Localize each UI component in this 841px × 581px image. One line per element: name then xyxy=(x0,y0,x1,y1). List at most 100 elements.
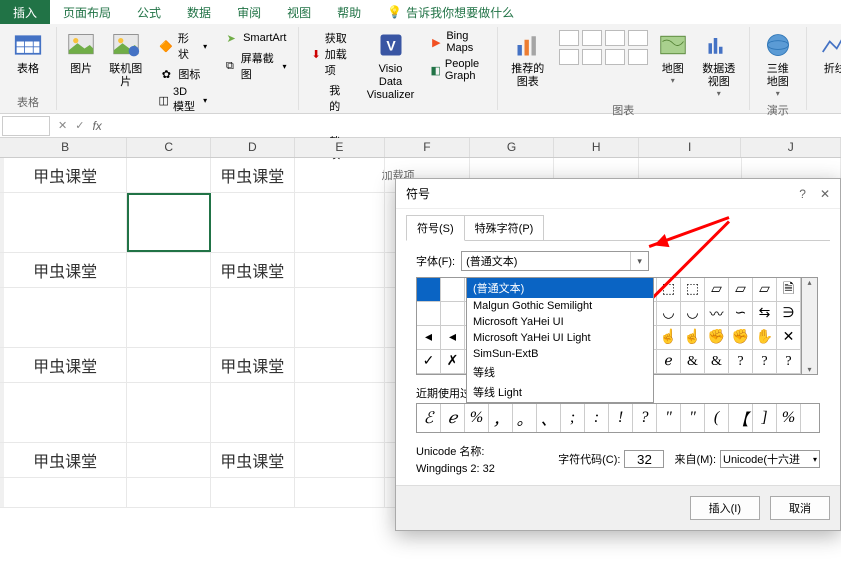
grid-cell[interactable] xyxy=(295,383,386,442)
symbol-cell[interactable]: ✗ xyxy=(441,350,465,374)
map-button[interactable]: 地图 ▾ xyxy=(655,27,691,87)
tab-view[interactable]: 视图 xyxy=(274,0,324,24)
tab-symbols[interactable]: 符号(S) xyxy=(406,215,465,241)
symbol-cell[interactable]: ✕ xyxy=(777,326,801,350)
grid-cell-selected[interactable] xyxy=(127,193,211,252)
grid-cell[interactable] xyxy=(127,288,211,347)
grid-cell[interactable] xyxy=(295,348,386,382)
symbol-cell[interactable] xyxy=(417,278,441,302)
symbol-cell[interactable]: ◂ xyxy=(417,326,441,350)
recommended-charts-button[interactable]: 推荐的图表 xyxy=(504,27,552,91)
col-header-g[interactable]: G xyxy=(470,138,555,157)
grid-cell[interactable] xyxy=(4,193,127,252)
col-header-i[interactable]: I xyxy=(639,138,742,157)
symbol-cell[interactable]: ✓ xyxy=(417,350,441,374)
pivot-chart-button[interactable]: 数据透视图 ▾ xyxy=(695,27,743,100)
symbol-cell[interactable]: ✊ xyxy=(705,326,729,350)
symbol-cell[interactable]: ▱ xyxy=(753,278,777,302)
symbol-cell[interactable]: ✋ xyxy=(753,326,777,350)
recent-symbol[interactable]: ] xyxy=(753,404,777,432)
grid-cell[interactable] xyxy=(127,253,211,287)
symbol-cell[interactable]: 〰 xyxy=(705,302,729,326)
symbol-cell[interactable]: ? xyxy=(777,350,801,374)
col-header-h[interactable]: H xyxy=(554,138,639,157)
tab-insert[interactable]: 插入 xyxy=(0,0,50,24)
symbol-cell[interactable]: ∽ xyxy=(729,302,753,326)
fx-icon[interactable]: fx xyxy=(92,119,101,133)
recent-symbol[interactable]: : xyxy=(585,404,609,432)
font-option[interactable]: Malgun Gothic Semilight xyxy=(467,298,653,314)
3d-model-button[interactable]: ◫ 3D 模型 ▾ xyxy=(154,85,211,115)
symbol-cell[interactable]: ⬚ xyxy=(681,278,705,302)
grid-cell[interactable] xyxy=(295,193,386,252)
tab-layout[interactable]: 页面布局 xyxy=(50,0,124,24)
recent-symbol[interactable]: " xyxy=(681,404,705,432)
recent-symbol[interactable]: ℯ xyxy=(441,404,465,432)
symbol-cell[interactable]: ◂ xyxy=(441,326,465,350)
symbol-cell[interactable]: ∋ xyxy=(777,302,801,326)
tab-data[interactable]: 数据 xyxy=(174,0,224,24)
grid-cell[interactable] xyxy=(295,158,386,192)
grid-cell[interactable]: 甲虫课堂 xyxy=(4,443,127,477)
recent-symbol[interactable]: " xyxy=(657,404,681,432)
cancel-icon[interactable]: ✕ xyxy=(58,119,67,132)
scroll-up-icon[interactable]: ▴ xyxy=(807,278,811,287)
font-option[interactable]: (普通文本) xyxy=(467,278,653,298)
col-header-j[interactable]: J xyxy=(741,138,841,157)
grid-cell[interactable] xyxy=(295,478,386,507)
cancel-button[interactable]: 取消 xyxy=(770,496,830,520)
grid-cell[interactable] xyxy=(127,158,211,192)
recent-symbol[interactable]: ℰ xyxy=(417,404,441,432)
tab-formula[interactable]: 公式 xyxy=(124,0,174,24)
grid-cell[interactable]: 甲虫课堂 xyxy=(211,158,295,192)
grid-cell[interactable] xyxy=(127,478,211,507)
font-option[interactable]: 等线 xyxy=(467,362,653,382)
grid-cell[interactable] xyxy=(295,443,386,477)
symbol-cell[interactable]: & xyxy=(705,350,729,374)
symbol-cell[interactable] xyxy=(441,278,465,302)
tab-review[interactable]: 审阅 xyxy=(224,0,274,24)
col-header-d[interactable]: D xyxy=(211,138,295,157)
recent-symbol[interactable]: ! xyxy=(609,404,633,432)
get-addins-button[interactable]: ⬇ 获取加载项 xyxy=(307,29,354,79)
recent-symbol[interactable]: 、 xyxy=(537,404,561,432)
font-dropdown[interactable]: (普通文本) ▾ xyxy=(461,251,649,271)
col-header-f[interactable]: F xyxy=(385,138,470,157)
recent-symbol[interactable]: ( xyxy=(705,404,729,432)
grid-cell[interactable] xyxy=(295,288,386,347)
col-header-b[interactable]: B xyxy=(4,138,127,157)
symbol-cell[interactable]: ✊ xyxy=(729,326,753,350)
symbol-cell[interactable]: ◡ xyxy=(681,302,705,326)
icons-button[interactable]: ✿ 图标 xyxy=(154,65,211,83)
sparkline-line-button[interactable]: 折线 xyxy=(813,27,841,78)
online-pictures-button[interactable]: 联机图片 xyxy=(103,27,148,91)
name-box[interactable] xyxy=(2,116,50,136)
symbol-cell[interactable]: ? xyxy=(753,350,777,374)
grid-cell[interactable] xyxy=(4,383,127,442)
bing-maps-button[interactable]: ▶ Bing Maps xyxy=(427,29,489,55)
symbol-cell[interactable] xyxy=(441,302,465,326)
grid-cell[interactable] xyxy=(211,288,295,347)
grid-cell[interactable]: 甲虫课堂 xyxy=(211,443,295,477)
recent-symbol[interactable]: % xyxy=(777,404,801,432)
col-header-e[interactable]: E xyxy=(295,138,386,157)
symbol-cell[interactable]: ℯ xyxy=(657,350,681,374)
tables-button[interactable]: 表格 xyxy=(6,27,50,78)
pictures-button[interactable]: 图片 xyxy=(63,27,99,78)
grid-cell[interactable]: 甲虫课堂 xyxy=(211,253,295,287)
symbol-scrollbar[interactable]: ▴ ▾ xyxy=(802,277,818,375)
grid-cell[interactable]: 甲虫课堂 xyxy=(4,158,127,192)
grid-cell[interactable] xyxy=(4,478,127,507)
symbol-cell[interactable]: 🗎 xyxy=(777,278,801,302)
font-option[interactable]: Microsoft YaHei UI xyxy=(467,314,653,330)
font-option[interactable]: 等线 Light xyxy=(467,382,653,402)
col-header-c[interactable]: C xyxy=(127,138,211,157)
tell-me[interactable]: 💡 告诉我你想要做什么 xyxy=(374,0,527,24)
symbol-cell[interactable]: ☝ xyxy=(657,326,681,350)
3d-map-button[interactable]: 三维地图 ▾ xyxy=(756,27,800,100)
grid-cell[interactable]: 甲虫课堂 xyxy=(4,348,127,382)
scroll-down-icon[interactable]: ▾ xyxy=(807,365,811,374)
symbol-cell[interactable]: ☝ xyxy=(681,326,705,350)
grid-cell[interactable]: 甲虫课堂 xyxy=(4,253,127,287)
font-option[interactable]: SimSun-ExtB xyxy=(467,346,653,362)
